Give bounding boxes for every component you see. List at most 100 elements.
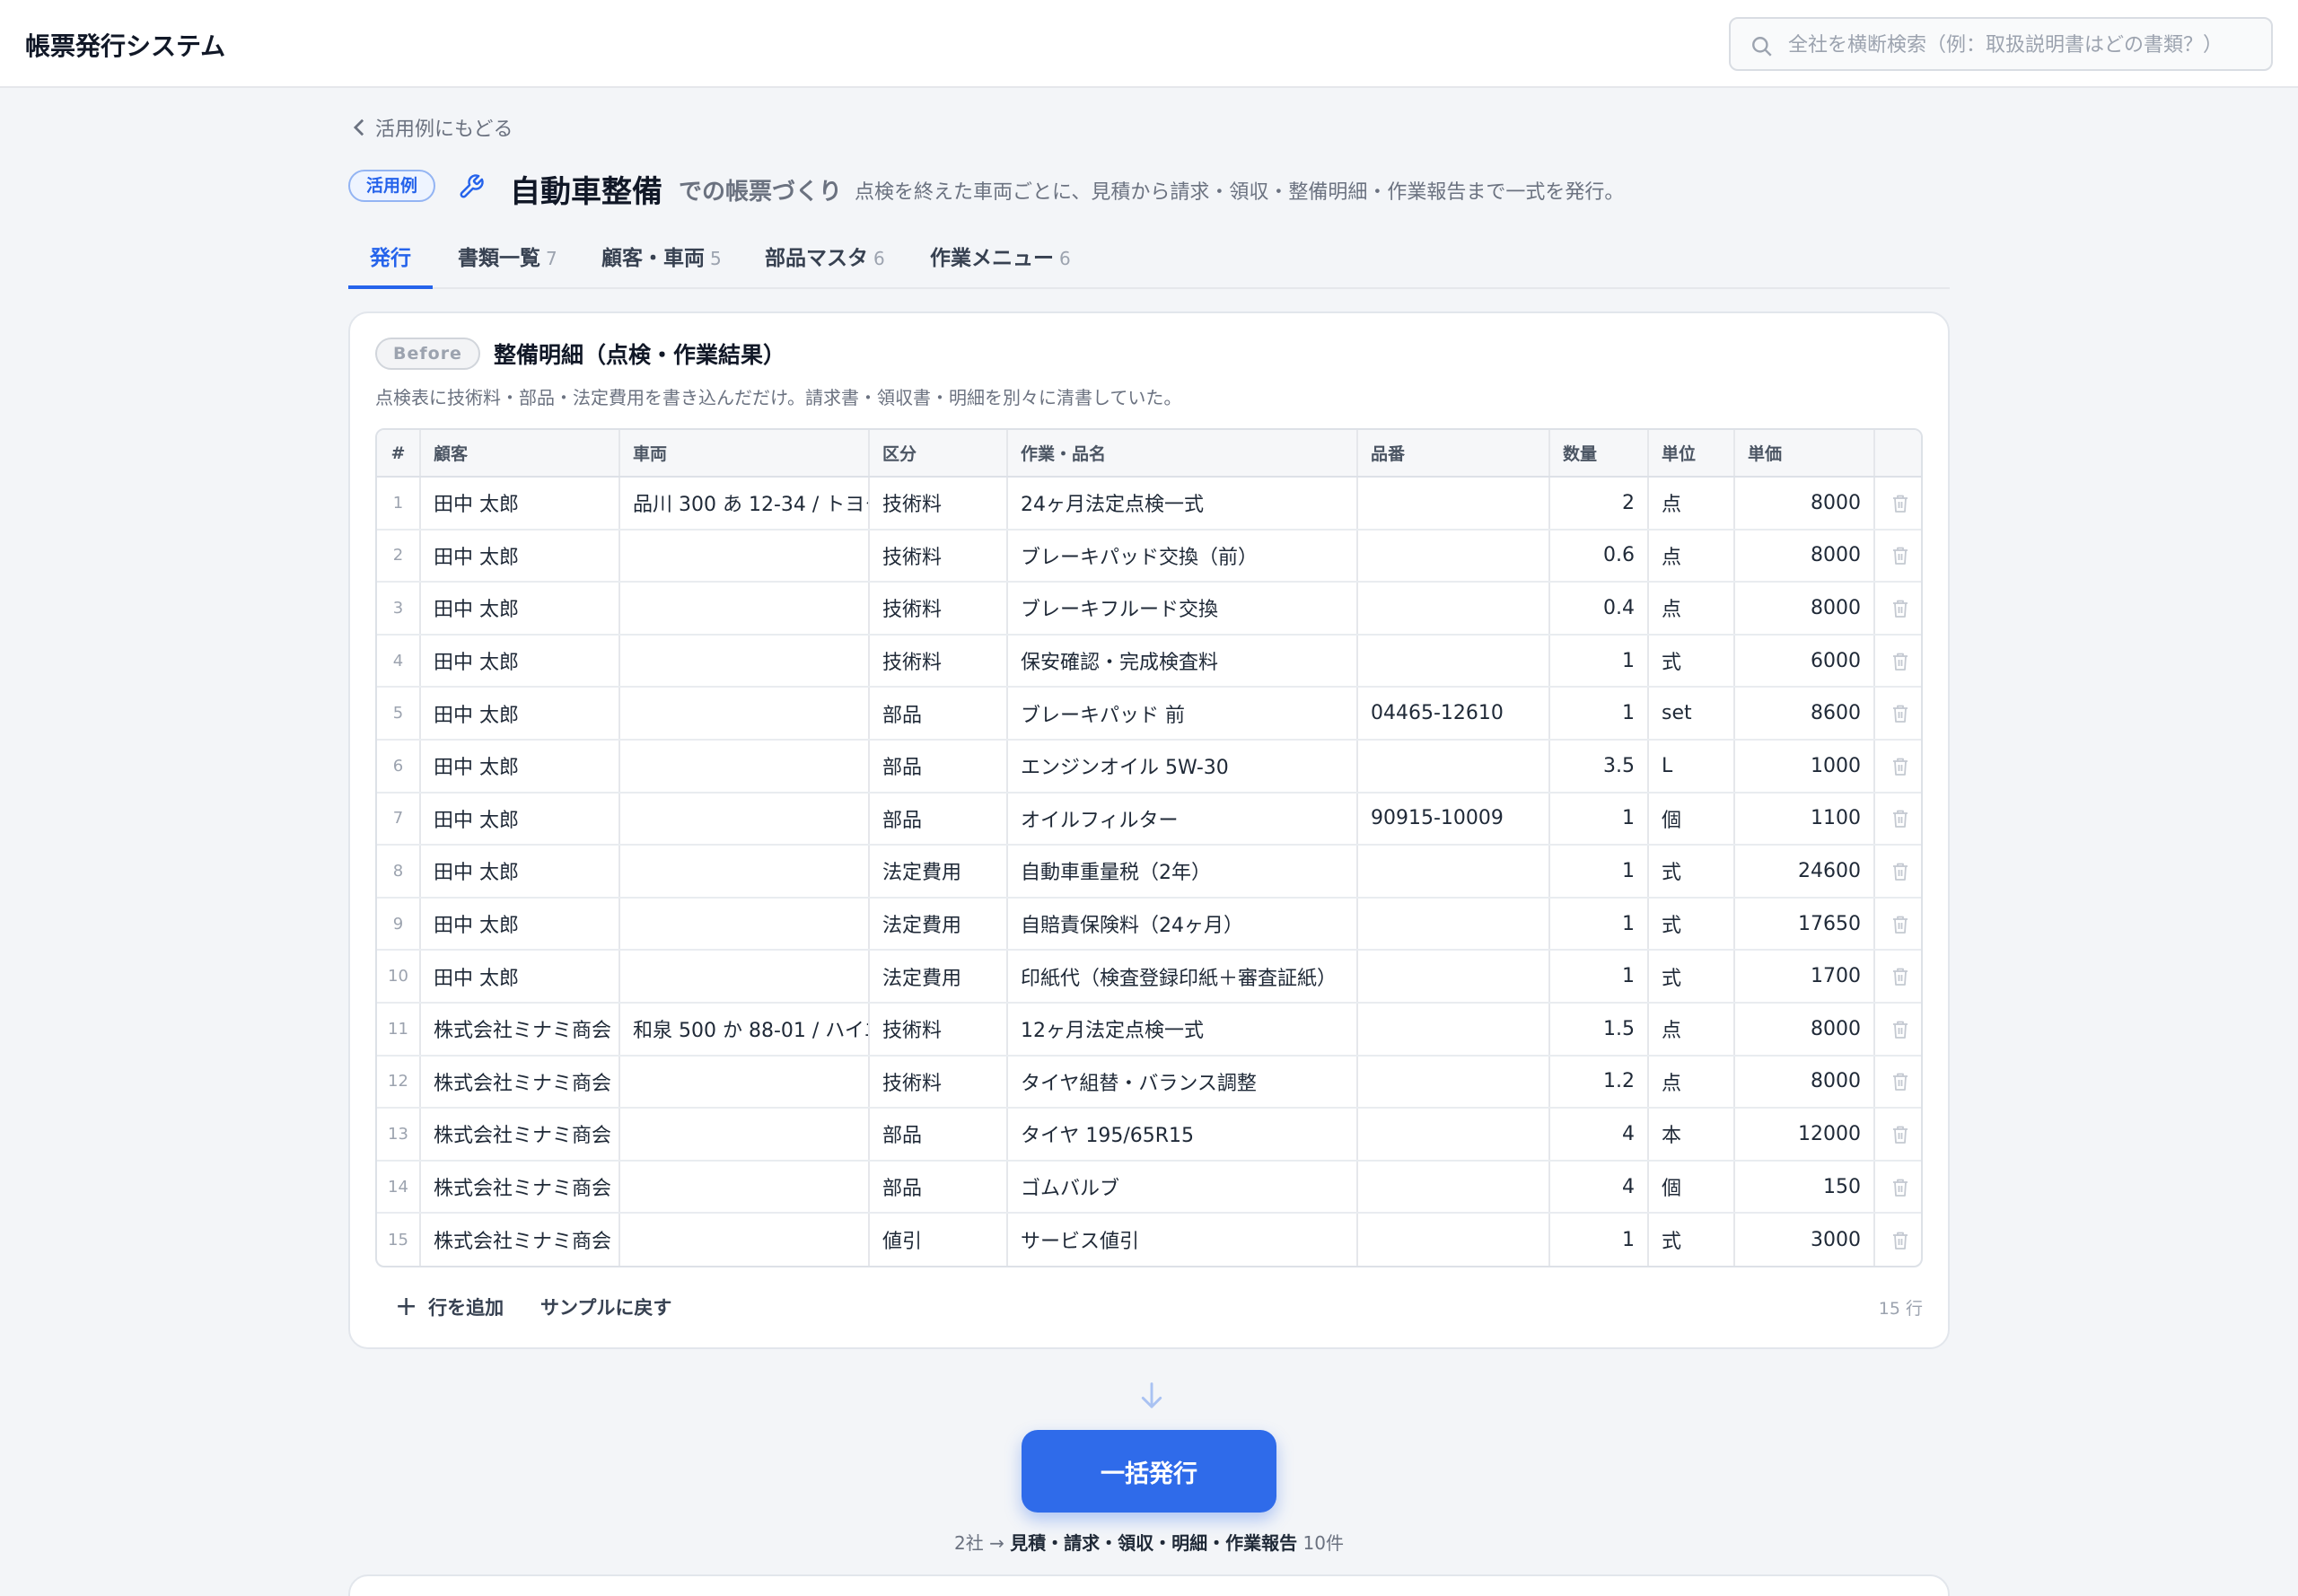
quantity-cell[interactable]: 4 bbox=[1549, 1108, 1649, 1162]
category-cell[interactable]: 部品 bbox=[869, 1108, 1008, 1162]
vehicle-cell[interactable] bbox=[619, 529, 870, 583]
unit-cell[interactable]: 式 bbox=[1648, 1213, 1735, 1266]
delete-row-button[interactable] bbox=[1874, 582, 1921, 636]
item-name-cell[interactable]: サービス値引 bbox=[1007, 1213, 1358, 1266]
unit-price-cell[interactable]: 1000 bbox=[1734, 739, 1875, 794]
customer-cell[interactable]: 田中 太郎 bbox=[420, 897, 620, 951]
vehicle-cell[interactable] bbox=[619, 1160, 870, 1215]
delete-row-button[interactable] bbox=[1874, 634, 1921, 688]
category-cell[interactable]: 技術料 bbox=[869, 477, 1008, 531]
item-name-cell[interactable]: 自動車重量税（2年） bbox=[1007, 845, 1358, 899]
quantity-cell[interactable]: 1.5 bbox=[1549, 1002, 1649, 1057]
unit-price-cell[interactable]: 8000 bbox=[1734, 1055, 1875, 1109]
back-link[interactable]: 活用例にもどる bbox=[352, 114, 513, 141]
item-name-cell[interactable]: 保安確認・完成検査料 bbox=[1007, 634, 1358, 688]
quantity-cell[interactable]: 1 bbox=[1549, 950, 1649, 1004]
vehicle-cell[interactable] bbox=[619, 634, 870, 688]
item-name-cell[interactable]: 印紙代（検査登録印紙＋審査証紙） bbox=[1007, 950, 1358, 1004]
item-name-cell[interactable]: 自賠責保険料（24ヶ月） bbox=[1007, 897, 1358, 951]
category-cell[interactable]: 技術料 bbox=[869, 582, 1008, 636]
part-number-cell[interactable] bbox=[1357, 1002, 1550, 1057]
vehicle-cell[interactable] bbox=[619, 1055, 870, 1109]
item-name-cell[interactable]: ゴムバルブ bbox=[1007, 1160, 1358, 1215]
category-cell[interactable]: 法定費用 bbox=[869, 845, 1008, 899]
category-cell[interactable]: 法定費用 bbox=[869, 897, 1008, 951]
customer-cell[interactable]: 株式会社ミナミ商会 bbox=[420, 1213, 620, 1266]
vehicle-cell[interactable]: 品川 300 あ 12-34 / トヨタ bbox=[619, 477, 870, 531]
unit-price-cell[interactable]: 3000 bbox=[1734, 1213, 1875, 1266]
customer-cell[interactable]: 田中 太郎 bbox=[420, 529, 620, 583]
part-number-cell[interactable] bbox=[1357, 634, 1550, 688]
item-name-cell[interactable]: タイヤ組替・バランス調整 bbox=[1007, 1055, 1358, 1109]
quantity-cell[interactable]: 1 bbox=[1549, 897, 1649, 951]
customer-cell[interactable]: 田中 太郎 bbox=[420, 950, 620, 1004]
part-number-cell[interactable]: 04465-12610 bbox=[1357, 687, 1550, 741]
item-name-cell[interactable]: タイヤ 195/65R15 bbox=[1007, 1108, 1358, 1162]
item-name-cell[interactable]: ブレーキパッド 前 bbox=[1007, 687, 1358, 741]
customer-cell[interactable]: 田中 太郎 bbox=[420, 845, 620, 899]
unit-cell[interactable]: 個 bbox=[1648, 792, 1735, 846]
global-search[interactable] bbox=[1729, 17, 2273, 71]
part-number-cell[interactable] bbox=[1357, 1160, 1550, 1215]
item-name-cell[interactable]: ブレーキフルード交換 bbox=[1007, 582, 1358, 636]
unit-cell[interactable]: 式 bbox=[1648, 845, 1735, 899]
unit-cell[interactable]: 式 bbox=[1648, 950, 1735, 1004]
vehicle-cell[interactable] bbox=[619, 1108, 870, 1162]
unit-cell[interactable]: 点 bbox=[1648, 582, 1735, 636]
delete-row-button[interactable] bbox=[1874, 739, 1921, 794]
quantity-cell[interactable]: 1.2 bbox=[1549, 1055, 1649, 1109]
category-cell[interactable]: 部品 bbox=[869, 1160, 1008, 1215]
unit-price-cell[interactable]: 8000 bbox=[1734, 582, 1875, 636]
category-cell[interactable]: 部品 bbox=[869, 792, 1008, 846]
unit-cell[interactable]: 点 bbox=[1648, 529, 1735, 583]
category-cell[interactable]: 技術料 bbox=[869, 1055, 1008, 1109]
unit-cell[interactable]: 式 bbox=[1648, 897, 1735, 951]
delete-row-button[interactable] bbox=[1874, 897, 1921, 951]
item-name-cell[interactable]: 12ヶ月法定点検一式 bbox=[1007, 1002, 1358, 1057]
item-name-cell[interactable]: 24ヶ月法定点検一式 bbox=[1007, 477, 1358, 531]
customer-cell[interactable]: 田中 太郎 bbox=[420, 582, 620, 636]
vehicle-cell[interactable] bbox=[619, 582, 870, 636]
category-cell[interactable]: 技術料 bbox=[869, 529, 1008, 583]
part-number-cell[interactable] bbox=[1357, 529, 1550, 583]
unit-cell[interactable]: 点 bbox=[1648, 1055, 1735, 1109]
tab-issue[interactable]: 発行 bbox=[348, 232, 433, 289]
category-cell[interactable]: 値引 bbox=[869, 1213, 1008, 1266]
customer-cell[interactable]: 株式会社ミナミ商会 bbox=[420, 1002, 620, 1057]
delete-row-button[interactable] bbox=[1874, 687, 1921, 741]
part-number-cell[interactable] bbox=[1357, 1213, 1550, 1266]
category-cell[interactable]: 部品 bbox=[869, 739, 1008, 794]
tab-documents[interactable]: 書類一覧 7 bbox=[458, 232, 557, 289]
vehicle-cell[interactable] bbox=[619, 739, 870, 794]
customer-cell[interactable]: 株式会社ミナミ商会 bbox=[420, 1108, 620, 1162]
reset-sample-button[interactable]: サンプルに戻す bbox=[540, 1293, 671, 1320]
category-cell[interactable]: 技術料 bbox=[869, 1002, 1008, 1057]
bulk-issue-button[interactable]: 一括発行 bbox=[1022, 1430, 1276, 1513]
part-number-cell[interactable] bbox=[1357, 950, 1550, 1004]
customer-cell[interactable]: 田中 太郎 bbox=[420, 477, 620, 531]
unit-price-cell[interactable]: 12000 bbox=[1734, 1108, 1875, 1162]
vehicle-cell[interactable] bbox=[619, 1213, 870, 1266]
quantity-cell[interactable]: 4 bbox=[1549, 1160, 1649, 1215]
unit-price-cell[interactable]: 8000 bbox=[1734, 529, 1875, 583]
vehicle-cell[interactable] bbox=[619, 950, 870, 1004]
unit-price-cell[interactable]: 8000 bbox=[1734, 477, 1875, 531]
quantity-cell[interactable]: 2 bbox=[1549, 477, 1649, 531]
delete-row-button[interactable] bbox=[1874, 477, 1921, 531]
customer-cell[interactable]: 株式会社ミナミ商会 bbox=[420, 1055, 620, 1109]
add-row-button[interactable]: + 行を追加 bbox=[395, 1293, 504, 1320]
quantity-cell[interactable]: 1 bbox=[1549, 845, 1649, 899]
customer-cell[interactable]: 田中 太郎 bbox=[420, 792, 620, 846]
quantity-cell[interactable]: 3.5 bbox=[1549, 739, 1649, 794]
category-cell[interactable]: 法定費用 bbox=[869, 950, 1008, 1004]
unit-cell[interactable]: 式 bbox=[1648, 634, 1735, 688]
part-number-cell[interactable] bbox=[1357, 1055, 1550, 1109]
quantity-cell[interactable]: 1 bbox=[1549, 792, 1649, 846]
unit-price-cell[interactable]: 8000 bbox=[1734, 1002, 1875, 1057]
unit-price-cell[interactable]: 1100 bbox=[1734, 792, 1875, 846]
unit-price-cell[interactable]: 1700 bbox=[1734, 950, 1875, 1004]
customer-cell[interactable]: 田中 太郎 bbox=[420, 634, 620, 688]
part-number-cell[interactable] bbox=[1357, 477, 1550, 531]
unit-cell[interactable]: set bbox=[1648, 687, 1735, 741]
part-number-cell[interactable] bbox=[1357, 897, 1550, 951]
